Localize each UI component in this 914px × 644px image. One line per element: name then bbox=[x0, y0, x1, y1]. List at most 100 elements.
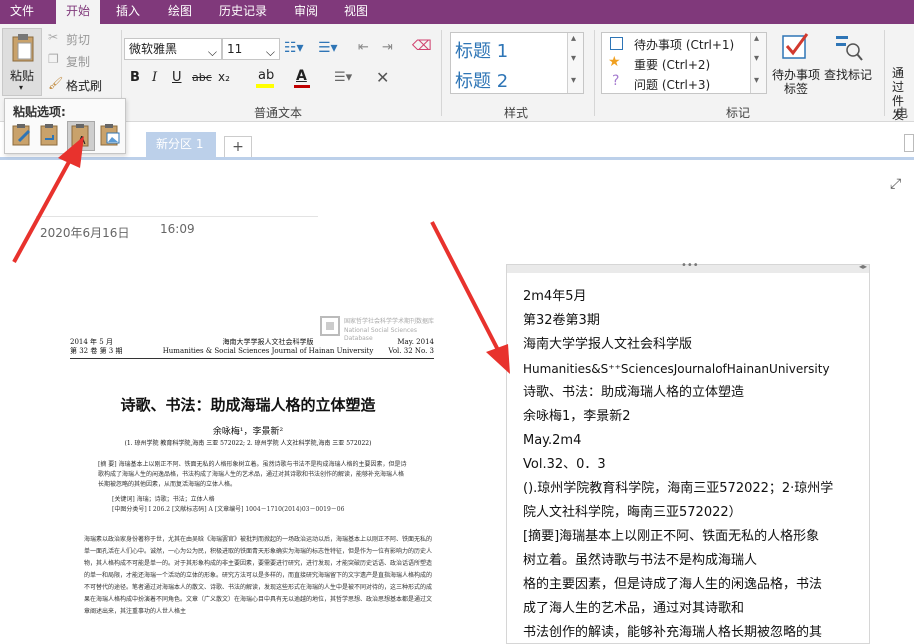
bullets-button[interactable]: ☷▾ bbox=[284, 40, 314, 58]
ocr-line: ().琼州学院教育科学院，海南三亚572022；2·琼州学 bbox=[523, 481, 834, 496]
paste-text-only-button[interactable]: A bbox=[67, 121, 95, 151]
paste-button[interactable]: 粘贴 ▾ bbox=[2, 28, 42, 96]
tag-question[interactable]: 问题 (Ctrl+3) bbox=[634, 76, 710, 93]
more-icon[interactable]: ▾ bbox=[754, 75, 759, 86]
delete-button[interactable]: ✕ bbox=[376, 68, 394, 88]
tag-todo[interactable]: 待办事项 (Ctrl+1) bbox=[634, 36, 734, 53]
doc-title: 诗歌、书法：助成海瑞人格的立体塑造 bbox=[120, 396, 376, 414]
font-color-letter: A bbox=[296, 68, 307, 84]
style-heading-1[interactable]: 标题 1 bbox=[455, 37, 508, 63]
todo-tag-button[interactable]: 待办事项 标签 bbox=[770, 32, 822, 98]
database-logo-icon bbox=[320, 316, 340, 336]
tags-scroller[interactable]: ▴ ▾ ▾ bbox=[750, 33, 766, 93]
italic-button[interactable]: I bbox=[152, 70, 166, 88]
ocr-line: 书法创作的解读，能够补充海瑞人格长期被忽略的其 bbox=[523, 625, 823, 640]
checkbox-icon bbox=[610, 37, 623, 50]
doc-classification: [中图分类号] I 206.2 [文献标志码] A [文章编号] 1004－17… bbox=[112, 506, 345, 513]
doc-authors: 余咏梅¹，李景新² bbox=[212, 427, 284, 437]
email-page-label-1: 通过 bbox=[892, 66, 905, 94]
expand-icon[interactable]: ⤢ bbox=[890, 176, 901, 192]
page-title-line bbox=[36, 216, 318, 217]
add-section-button[interactable]: + bbox=[224, 136, 252, 158]
tag-important[interactable]: 重要 (Ctrl+2) bbox=[634, 56, 710, 73]
paste-picture-icon bbox=[100, 124, 120, 146]
tab-draw[interactable]: 绘图 bbox=[160, 0, 200, 24]
container-drag-handle[interactable]: ••• ◂▸ bbox=[507, 260, 869, 273]
ocr-text-body[interactable]: 2m4年5月 第32卷第3期 海南大学学报人文社会科学版 Humanities&… bbox=[523, 285, 863, 644]
todo-tag-label-2: 标签 bbox=[784, 82, 809, 96]
chevron-down-icon: ⌵ bbox=[265, 45, 275, 59]
format-painter-button[interactable]: 🖌 格式刷 bbox=[48, 76, 118, 94]
tab-view[interactable]: 视图 bbox=[336, 0, 376, 24]
note-container[interactable]: ••• ◂▸ 2m4年5月 第32卷第3期 海南大学学报人文社会科学版 Huma… bbox=[506, 260, 870, 644]
chevron-up-icon[interactable]: ▴ bbox=[754, 33, 759, 44]
cut-button[interactable]: ✂ 剪切 bbox=[48, 30, 108, 48]
ocr-line: [摘要]海瑞基本上以刚正不阿、铁面无私的人格形象 bbox=[523, 529, 820, 544]
copy-button[interactable]: ❐ 复制 bbox=[48, 52, 108, 70]
group-label-basic-text: 普通文本 bbox=[254, 106, 303, 120]
paste-merge-button[interactable] bbox=[39, 123, 63, 149]
ribbon-divider bbox=[594, 30, 595, 116]
align-left-icon: ☰▾ bbox=[334, 70, 353, 85]
tab-home[interactable]: 开始 bbox=[56, 0, 100, 25]
font-name-combo[interactable]: 微软雅黑 ⌵ bbox=[124, 38, 222, 60]
onenote-window: 文件 开始 插入 绘图 历史记录 审阅 视图 粘贴 ▾ ✂ 剪切 ❐ 复制 🖌 bbox=[0, 0, 914, 644]
font-size-combo[interactable]: 11 ⌵ bbox=[222, 38, 280, 60]
clear-format-button[interactable]: ⌫ bbox=[412, 38, 432, 58]
increase-indent-button[interactable]: ⇥ bbox=[382, 40, 402, 58]
indent-icon: ⇥ bbox=[382, 40, 393, 55]
strikethrough-button[interactable]: abc bbox=[192, 71, 216, 89]
more-icon[interactable]: ▾ bbox=[571, 75, 576, 86]
tab-file[interactable]: 文件 bbox=[0, 0, 44, 24]
eraser-icon: ⌫ bbox=[412, 38, 432, 54]
chevron-down-icon[interactable]: ▾ bbox=[571, 53, 576, 64]
decrease-indent-button[interactable]: ⇤ bbox=[358, 40, 378, 58]
pasted-document-image[interactable]: 国家哲学社会科学学术期刊数据库 National Social Sciences… bbox=[58, 310, 438, 644]
chevron-down-icon[interactable]: ▾ bbox=[754, 53, 759, 64]
question-icon: ? bbox=[612, 73, 620, 89]
search-box-partial[interactable] bbox=[904, 134, 914, 152]
underline-button[interactable]: U bbox=[172, 70, 186, 88]
align-button[interactable]: ☰▾ bbox=[334, 70, 360, 88]
find-tags-button[interactable]: 查找标记 bbox=[824, 32, 876, 98]
section-tab-bar: 新分区 1 + bbox=[0, 122, 914, 160]
ocr-line: May.2m4 bbox=[523, 433, 582, 448]
paste-keep-format-icon bbox=[12, 124, 31, 146]
style-heading-2[interactable]: 标题 2 bbox=[455, 67, 508, 93]
tab-review[interactable]: 审阅 bbox=[286, 0, 326, 24]
font-color-button[interactable]: A bbox=[292, 68, 322, 90]
paste-keep-source-button[interactable] bbox=[11, 123, 35, 149]
ribbon-tab-bar: 文件 开始 插入 绘图 历史记录 审阅 视图 bbox=[0, 0, 914, 25]
svg-text:A: A bbox=[78, 134, 86, 147]
font-name-value: 微软雅黑 bbox=[129, 42, 178, 56]
resize-handle-icon[interactable]: ◂▸ bbox=[859, 262, 867, 271]
paste-merge-icon bbox=[40, 124, 58, 146]
paste-text-only-icon: A bbox=[71, 124, 89, 147]
outdent-icon: ⇤ bbox=[358, 40, 369, 55]
section-tab-new-section-1[interactable]: 新分区 1 bbox=[146, 132, 216, 158]
styles-scroller[interactable]: ▴ ▾ ▾ bbox=[567, 33, 583, 93]
close-icon: ✕ bbox=[376, 68, 390, 87]
paste-options-title: 粘贴选项: bbox=[13, 105, 66, 119]
tab-history[interactable]: 历史记录 bbox=[212, 0, 274, 24]
font-color-swatch bbox=[294, 85, 310, 88]
doc-date-en: May. 2014 bbox=[397, 338, 434, 346]
tags-gallery: 待办事项 (Ctrl+1) ★ 重要 (Ctrl+2) ? 问题 (Ctrl+3… bbox=[601, 32, 767, 94]
page-canvas[interactable]: ⤢ 2020年6月16日 16:09 国家哲学社会科学学术期刊数据库 Natio… bbox=[0, 160, 914, 644]
paste-picture-button[interactable] bbox=[99, 123, 123, 149]
copy-icon: ❐ bbox=[48, 52, 59, 66]
tab-insert[interactable]: 插入 bbox=[108, 0, 148, 24]
cut-label: 剪切 bbox=[66, 33, 91, 47]
subscript-button[interactable]: x₂ bbox=[218, 70, 244, 88]
doc-body-text: 海瑞素以政治家身份著称于世，尤其在由吴晗《海瑞罢官》被批判而掀起的一场政治运动以… bbox=[84, 536, 433, 615]
chevron-up-icon[interactable]: ▴ bbox=[571, 33, 576, 44]
ocr-line: 海南大学学报人文社会科学版 bbox=[523, 337, 693, 352]
numbering-button[interactable]: ☰▾ bbox=[318, 40, 348, 58]
bold-button[interactable]: B bbox=[130, 70, 144, 88]
highlight-button[interactable]: ab bbox=[256, 68, 286, 90]
clipboard-icon bbox=[12, 34, 34, 62]
doc-journal-en: Humanities & Social Sciences Journal of … bbox=[162, 347, 374, 355]
find-tags-label: 查找标记 bbox=[824, 68, 873, 82]
ocr-line: 院人文社科学院，晦南三亚572022） bbox=[523, 505, 742, 520]
highlight-color-swatch bbox=[256, 84, 274, 88]
